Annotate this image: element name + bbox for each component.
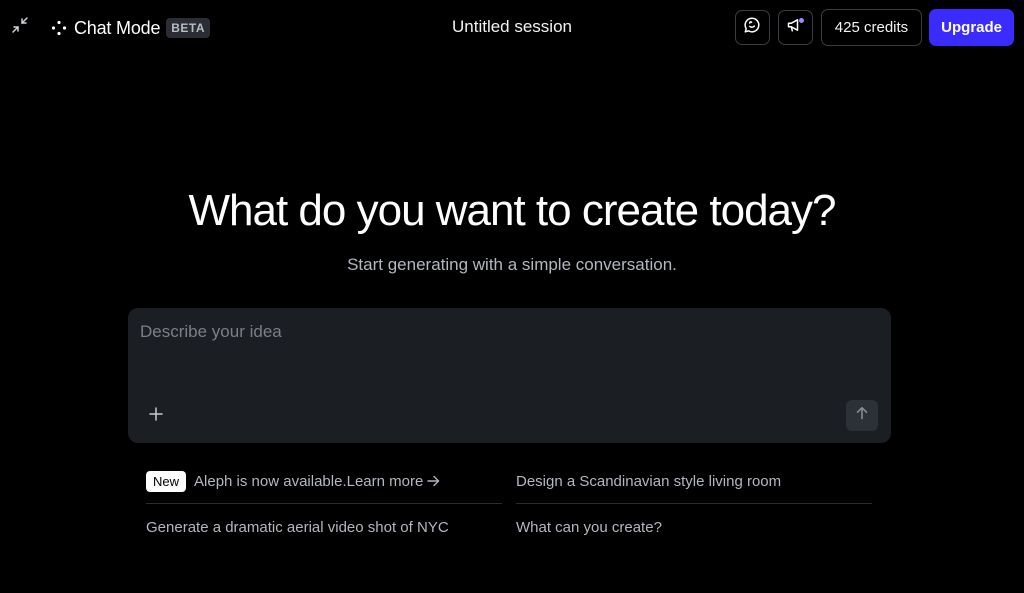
- header-actions: 425 credits Upgrade: [734, 9, 1014, 46]
- hero-subtitle: Start generating with a simple conversat…: [347, 255, 677, 274]
- announcement-text: Aleph is now available.: [194, 472, 347, 490]
- feedback-button[interactable]: [734, 10, 770, 45]
- prompt-input[interactable]: [140, 322, 875, 382]
- announcements-button[interactable]: [777, 10, 813, 45]
- suggestion-item[interactable]: Generate a dramatic aerial video shot of…: [146, 505, 502, 549]
- top-bar: Chat Mode BETA Untitled session 425 cred…: [0, 0, 1024, 56]
- suggestion-item[interactable]: Design a Scandinavian style living room: [516, 459, 872, 504]
- upgrade-button[interactable]: Upgrade: [929, 9, 1014, 46]
- plus-icon: [149, 406, 163, 426]
- attach-button[interactable]: [145, 405, 167, 427]
- chat-mode-page: Chat Mode BETA Untitled session 425 cred…: [0, 0, 1024, 593]
- hero-title: What do you want to create today?: [188, 186, 837, 235]
- announcement-item[interactable]: New Aleph is now available. Learn more: [146, 459, 502, 504]
- prompt-box: [128, 308, 891, 443]
- arrow-up-icon: [855, 406, 869, 425]
- credits-button[interactable]: 425 credits: [820, 9, 923, 46]
- notification-dot: [798, 18, 804, 23]
- learn-more-link[interactable]: Learn more: [347, 473, 424, 490]
- arrow-right-icon: [427, 475, 440, 487]
- new-badge: New: [146, 470, 187, 492]
- suggestion-item[interactable]: What can you create?: [516, 505, 872, 549]
- send-button[interactable]: [846, 400, 878, 431]
- chat-bubble-icon: [743, 16, 761, 39]
